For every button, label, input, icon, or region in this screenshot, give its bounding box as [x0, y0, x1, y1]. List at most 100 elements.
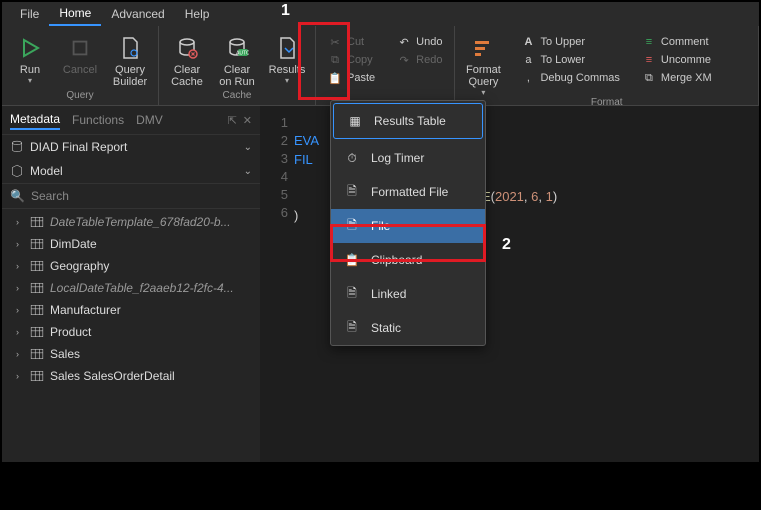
dropdown-item[interactable]: ⏱ Log Timer [331, 141, 485, 175]
table-row[interactable]: › DimDate [2, 233, 260, 255]
document-gear-icon [116, 34, 144, 62]
dropdown-item-label: Results Table [374, 114, 446, 128]
line-gutter: 123456 [260, 114, 288, 222]
chevron-right-icon: › [16, 239, 24, 249]
dropdown-item-icon: ⏱ [343, 149, 361, 167]
table-label: DimDate [50, 237, 97, 251]
undo-icon: ↶ [397, 35, 411, 49]
chevron-right-icon: › [16, 261, 24, 271]
table-label: Sales [50, 347, 80, 361]
tab-functions[interactable]: Functions [72, 111, 124, 129]
format-icon [469, 34, 497, 62]
to-upper-button[interactable]: ATo Upper [517, 34, 623, 50]
chevron-right-icon: › [16, 371, 24, 381]
clear-cache-button[interactable]: Clear Cache [167, 30, 207, 88]
table-icon [30, 348, 44, 360]
table-row[interactable]: ›Geography [2, 255, 260, 277]
dropdown-item-icon: ▦ [346, 112, 364, 130]
model-selector[interactable]: Model ⌄ [2, 159, 260, 183]
dropdown-item-label: Static [371, 321, 401, 335]
uncomment-button[interactable]: ≡Uncomme [638, 52, 716, 68]
ribbon-group-label: Cache [223, 90, 252, 103]
table-row[interactable]: › Product [2, 321, 260, 343]
menu-advanced[interactable]: Advanced [101, 3, 174, 25]
table-icon [30, 326, 44, 338]
run-button[interactable]: Run ▾ [10, 30, 50, 85]
table-label: LocalDateTable_f2aaeb12-f2fc-4... [50, 281, 234, 295]
table-label: Product [50, 325, 91, 339]
redo-button: ↷Redo [393, 52, 446, 68]
database-icon [10, 140, 24, 154]
pin-icon[interactable]: ⇱ [228, 114, 237, 127]
menu-home[interactable]: Home [49, 2, 101, 26]
dropdown-item-label: Linked [371, 287, 406, 301]
chevron-right-icon: › [16, 283, 24, 293]
dropdown-item[interactable]: ▦ Results Table [333, 103, 483, 139]
format-query-button[interactable]: Format Query ▾ [463, 30, 503, 97]
table-tree: ›DateTableTemplate_678fad20-b...›DimDate… [2, 209, 260, 389]
ribbon-group-format: Format Query ▾ ATo Upper aTo Lower ,Debu… [454, 26, 759, 105]
table-row[interactable]: › LocalDateTable_f2aaeb12-f2fc-4... [2, 277, 260, 299]
merge-xm-button[interactable]: ⧉Merge XM [638, 70, 716, 86]
table-label: Manufacturer [50, 303, 121, 317]
dropdown-item[interactable]: 🗎 Formatted File [331, 175, 485, 209]
letter-a-icon: A [521, 35, 535, 49]
chevron-right-icon: › [16, 217, 24, 227]
menu-file[interactable]: File [10, 3, 49, 25]
undo-button[interactable]: ↶Undo [393, 34, 446, 50]
play-icon [16, 34, 44, 62]
table-icon [30, 216, 44, 228]
comment-button[interactable]: ≡Comment [638, 34, 716, 50]
search-icon: 🔍 [10, 189, 25, 203]
debug-commas-button[interactable]: ,Debug Commas [517, 70, 623, 86]
annotation-1: 1 [281, 2, 290, 20]
table-icon [30, 260, 44, 272]
menu-help[interactable]: Help [175, 3, 220, 25]
dropdown-item-icon: 🗎 [343, 183, 361, 201]
chevron-right-icon: › [16, 349, 24, 359]
ribbon-group-label: Query [66, 90, 93, 103]
chevron-down-icon: ▾ [28, 76, 32, 85]
chevron-down-icon: ▾ [481, 88, 485, 97]
chevron-right-icon: › [16, 327, 24, 337]
metadata-panel: Metadata Functions DMV ⇱ ✕ DIAD Final Rep… [2, 106, 260, 462]
annotation-box-1 [298, 22, 350, 100]
chevron-right-icon: › [16, 305, 24, 315]
query-builder-button[interactable]: Query Builder [110, 30, 150, 88]
document-arrow-icon [273, 34, 301, 62]
comma-icon: , [521, 71, 535, 85]
close-icon[interactable]: ✕ [243, 114, 252, 127]
dropdown-item[interactable]: 🗎 Linked [331, 277, 485, 311]
table-row[interactable]: › Sales SalesOrderDetail [2, 365, 260, 387]
tab-metadata[interactable]: Metadata [10, 110, 60, 130]
table-row[interactable]: › Sales [2, 343, 260, 365]
search-input[interactable]: 🔍 Search [2, 183, 260, 209]
chevron-down-icon: ⌄ [244, 166, 252, 177]
annotation-box-2 [330, 224, 486, 262]
dropdown-item-icon: 🗎 [343, 285, 361, 303]
dropdown-item-icon: 🗎 [343, 319, 361, 337]
table-row[interactable]: ›DateTableTemplate_678fad20-b... [2, 211, 260, 233]
chevron-down-icon: ▾ [285, 76, 289, 85]
letter-a-small-icon: a [521, 53, 535, 67]
svg-text:AUTO: AUTO [236, 51, 249, 57]
stop-icon [66, 34, 94, 62]
table-icon [30, 282, 44, 294]
chevron-down-icon: ⌄ [244, 142, 252, 153]
menu-bar: File Home Advanced Help [2, 2, 759, 26]
database-selector[interactable]: DIAD Final Report ⌄ [2, 135, 260, 159]
ribbon-group-query: Run ▾ Cancel Query Builder Query [2, 26, 159, 105]
table-icon [30, 238, 44, 250]
dropdown-item[interactable]: 🗎 Static [331, 311, 485, 345]
results-dropdown: ▦Results Table⏱Log Timer🗎Formatted File🗎… [330, 100, 486, 346]
redo-icon: ↷ [397, 53, 411, 67]
dropdown-item-label: Formatted File [371, 185, 448, 199]
to-lower-button[interactable]: aTo Lower [517, 52, 623, 68]
clear-on-run-button[interactable]: AUTO Clear on Run [217, 30, 257, 88]
ribbon-group-cache: Clear Cache AUTO Clear on Run Results ▾ … [159, 26, 316, 105]
dropdown-item-label: Log Timer [371, 151, 424, 165]
database-auto-icon: AUTO [223, 34, 251, 62]
table-row[interactable]: › Manufacturer [2, 299, 260, 321]
tab-dmv[interactable]: DMV [136, 111, 163, 129]
table-label: Sales SalesOrderDetail [50, 369, 175, 383]
